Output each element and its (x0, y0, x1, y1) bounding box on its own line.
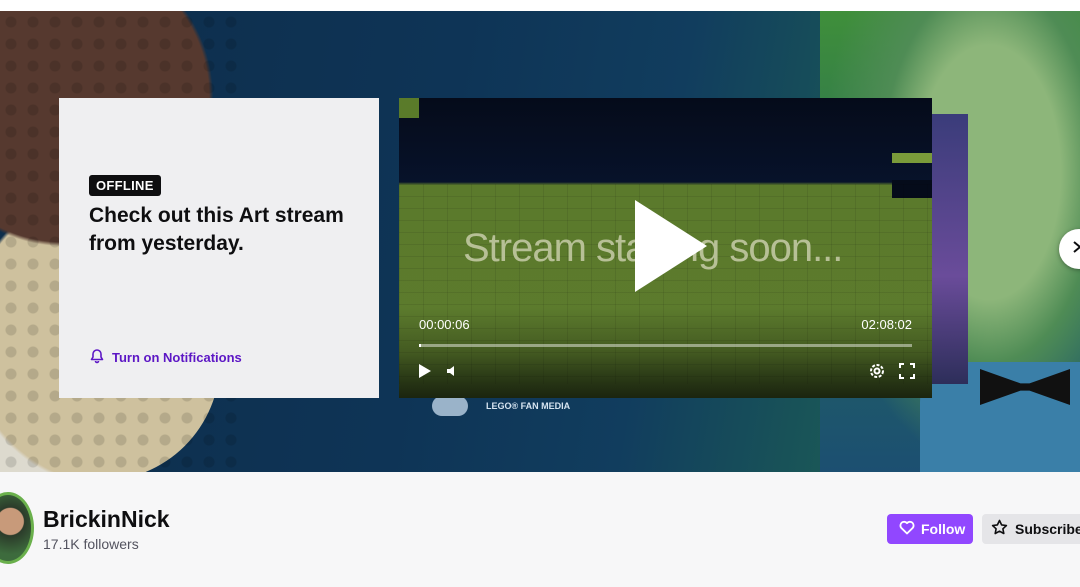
top-strip (0, 0, 1080, 11)
avatar[interactable] (0, 492, 34, 564)
big-play-icon[interactable] (635, 200, 707, 292)
chevron-right-icon (1071, 240, 1080, 259)
volume-icon (445, 363, 461, 384)
current-time: 00:00:06 (419, 317, 470, 332)
notification-label: Turn on Notifications (112, 350, 242, 365)
controls-gradient (399, 308, 932, 398)
channel-info-bar: BrickinNick 17.1K followers Follow Subsc… (0, 472, 1080, 587)
offline-card: OFFLINE Check out this Art stream from y… (59, 98, 379, 398)
follow-label: Follow (921, 521, 966, 537)
progress-fill (419, 344, 421, 347)
fan-media-logo-icon (432, 396, 468, 416)
bell-icon (89, 348, 105, 367)
gear-icon (868, 362, 886, 385)
follower-count: 17.1K followers (43, 536, 139, 552)
star-icon (991, 519, 1008, 539)
fan-media-label: LEGO® FAN MEDIA (486, 401, 571, 411)
offline-badge: OFFLINE (89, 175, 161, 196)
volume-button[interactable] (443, 363, 463, 383)
offline-card-title: Check out this Art stream from yesterday… (89, 204, 344, 255)
pixel-block (399, 98, 419, 118)
heart-icon (899, 520, 915, 538)
pixel-ledge (892, 153, 932, 163)
play-icon (418, 363, 432, 384)
subscribe-button[interactable]: Subscribe (982, 514, 1080, 544)
play-button[interactable] (415, 363, 435, 383)
settings-button[interactable] (867, 363, 887, 383)
subscribe-label: Subscribe (1015, 521, 1080, 537)
turn-on-notifications-link[interactable]: Turn on Notifications (89, 348, 242, 367)
poster-image (930, 114, 968, 384)
duration-time: 02:08:02 (861, 317, 912, 332)
fullscreen-icon (899, 362, 915, 384)
fullscreen-button[interactable] (897, 362, 917, 384)
progress-bar[interactable] (419, 344, 912, 347)
channel-name[interactable]: BrickinNick (43, 506, 170, 533)
video-player[interactable]: Stream starting soon... 00:00:06 02:08:0… (399, 98, 932, 398)
follow-button[interactable]: Follow (887, 514, 973, 544)
